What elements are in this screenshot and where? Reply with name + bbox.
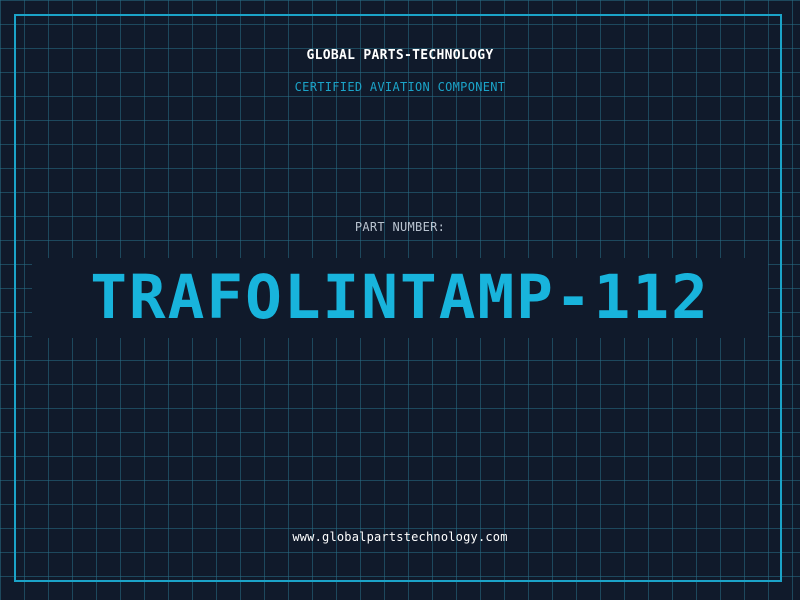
certification-subtitle: CERTIFIED AVIATION COMPONENT xyxy=(294,80,506,94)
company-name: GLOBAL PARTS-TECHNOLOGY xyxy=(306,48,494,63)
part-number-label: PART NUMBER: xyxy=(354,220,446,234)
website-url: www.globalpartstechnology.com xyxy=(292,530,508,544)
part-number-value: TRAFOLINTAMP-112 xyxy=(90,262,710,333)
label-canvas: GLOBAL PARTS-TECHNOLOGY CERTIFIED AVIATI… xyxy=(0,0,800,600)
